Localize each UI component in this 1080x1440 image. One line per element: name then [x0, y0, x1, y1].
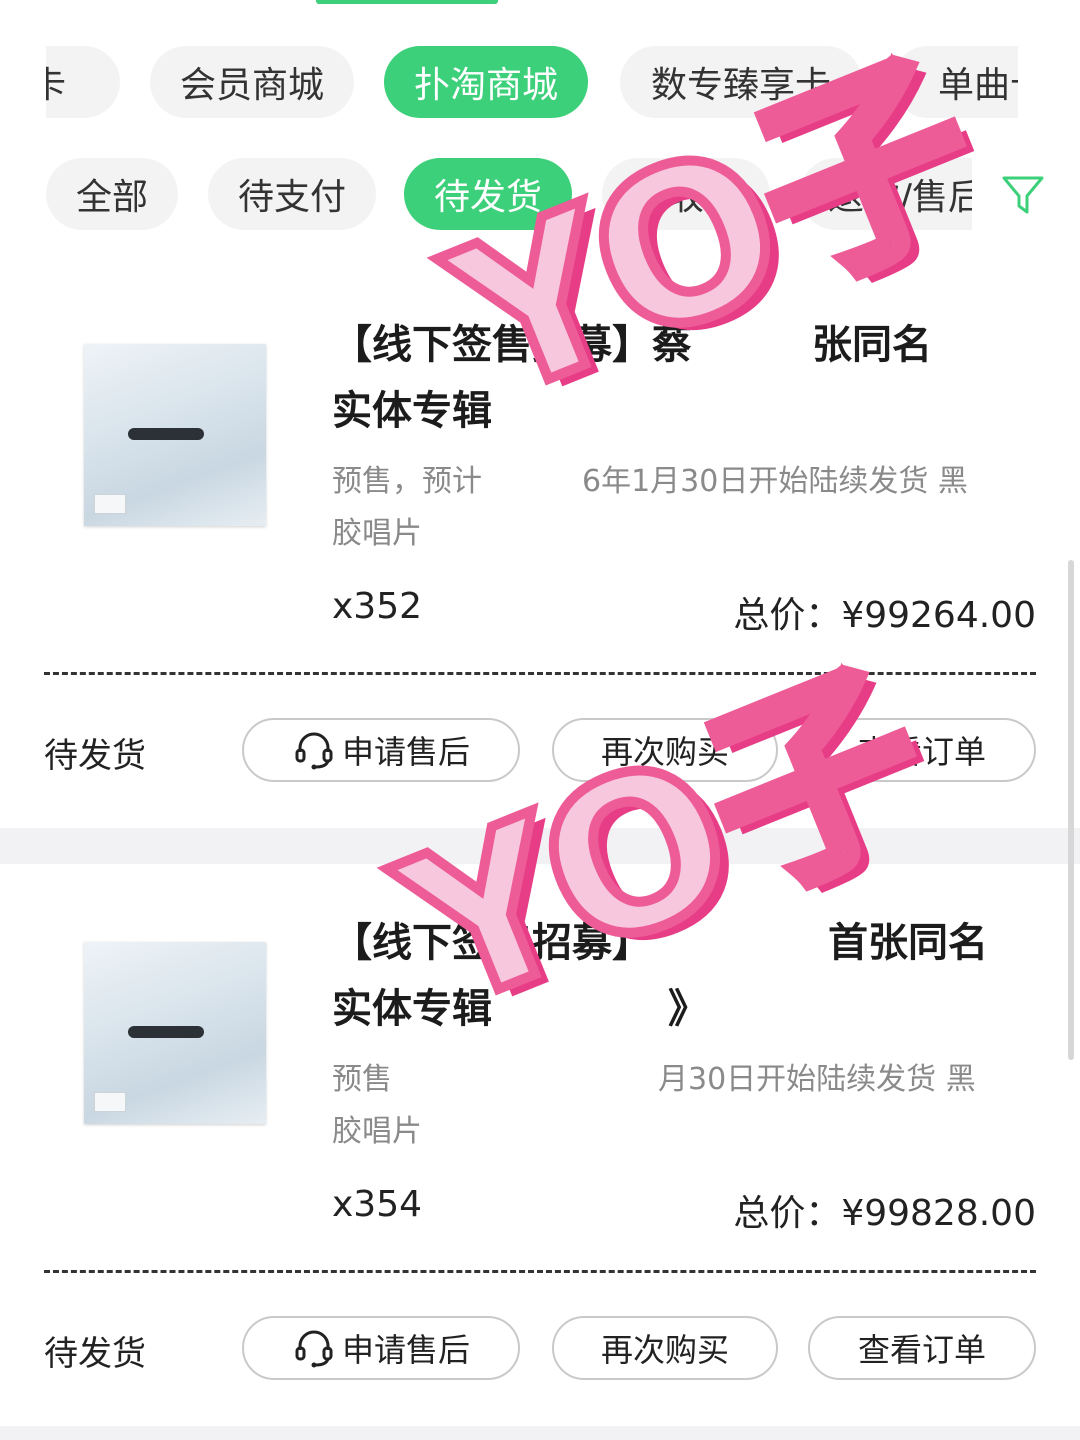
- headset-icon: [295, 1330, 333, 1368]
- order-description: 预售，预计 6年1月30日开始陆续发货 黑 胶唱片: [332, 464, 968, 551]
- cover-logo: [128, 1026, 204, 1038]
- top-active-indicator: [316, 0, 498, 4]
- tab-pending-receipt[interactable]: 待收货: [602, 158, 770, 230]
- dashed-divider: [44, 672, 1036, 675]
- view-order-button[interactable]: 查看订单: [808, 718, 1036, 782]
- order-status-label: 待发货: [44, 1334, 146, 1374]
- order-quantity: x352: [332, 586, 423, 627]
- category-tabs: 卡 会员商城 扑淘商城 数专臻享卡 单曲卡: [46, 46, 1018, 118]
- view-order-button[interactable]: 查看订单: [808, 1316, 1036, 1380]
- order-quantity: x354: [332, 1184, 423, 1225]
- apply-aftersale-button[interactable]: 申请售后: [242, 718, 520, 782]
- tab-album-card[interactable]: 数专臻享卡: [620, 46, 862, 118]
- rebuy-button[interactable]: 再次购买: [552, 1316, 778, 1380]
- tab-all[interactable]: 全部: [46, 158, 178, 230]
- dashed-divider: [44, 1270, 1036, 1273]
- tab-refund-aftersale[interactable]: 退款/售后: [800, 158, 972, 230]
- apply-aftersale-button[interactable]: 申请售后: [242, 1316, 520, 1380]
- cover-logo: [128, 428, 204, 440]
- scrollbar[interactable]: [1068, 560, 1074, 1060]
- tab-pending-payment[interactable]: 待支付: [208, 158, 376, 230]
- cover-label: [94, 1092, 126, 1112]
- album-cover-image[interactable]: [84, 942, 266, 1124]
- order-description: 预售 月30日开始陆续发货 黑 胶唱片: [332, 1062, 976, 1149]
- tab-putao-mall[interactable]: 扑淘商城: [384, 46, 588, 118]
- tab-member-mall[interactable]: 会员商城: [150, 46, 354, 118]
- order-status-tabs: 全部 待支付 待发货 待收货 退款/售后: [46, 158, 972, 230]
- filter-icon[interactable]: [1000, 172, 1046, 218]
- order-card[interactable]: 【线下签售招募】蔡 张同名 实体专辑 预售，预计 6年1月30日开始陆续发货 黑 胶…: [0, 268, 1080, 828]
- apply-aftersale-label: 申请售后: [341, 1331, 470, 1369]
- album-cover-image[interactable]: [84, 344, 266, 526]
- order-title[interactable]: 【线下签售招募】 首张同名 实体专辑》: [332, 910, 1032, 1042]
- order-total-price: 总价：¥99828.00: [733, 1193, 1036, 1234]
- order-card[interactable]: 【线下签售招募】 首张同名 实体专辑》 预售 月30日开始陆续发货 黑 胶唱片 x3…: [0, 866, 1080, 1426]
- cover-label: [94, 494, 126, 514]
- tab-card[interactable]: 卡: [46, 46, 120, 118]
- order-status-label: 待发货: [44, 736, 146, 776]
- tab-pending-shipment[interactable]: 待发货: [404, 158, 572, 230]
- apply-aftersale-label: 申请售后: [341, 733, 470, 771]
- order-total-price: 总价：¥99264.00: [733, 595, 1036, 636]
- card-separator: [0, 1426, 1080, 1440]
- rebuy-button[interactable]: 再次购买: [552, 718, 778, 782]
- order-title[interactable]: 【线下签售招募】蔡 张同名 实体专辑: [332, 312, 1032, 444]
- card-separator: [0, 828, 1080, 864]
- headset-icon: [295, 732, 333, 770]
- tab-single-card[interactable]: 单曲卡: [892, 46, 1018, 118]
